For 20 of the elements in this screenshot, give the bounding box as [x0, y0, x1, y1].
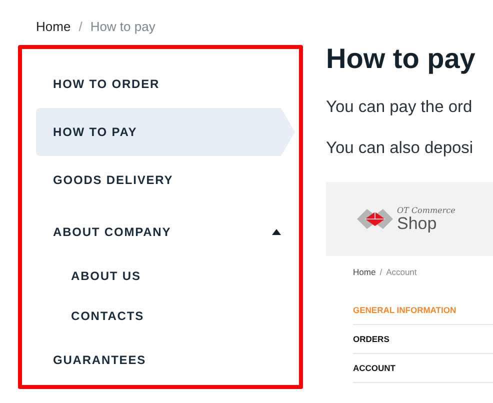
breadcrumb-separator: / [78, 19, 82, 35]
sidebar-item[interactable]: GUARANTEES [36, 336, 295, 384]
breadcrumb-link[interactable]: Home [36, 19, 71, 35]
breadcrumb-separator: / [380, 267, 382, 279]
sidebar-item[interactable]: GOODS DELIVERY [36, 156, 295, 204]
sidebar-item[interactable]: CONTACTS [36, 296, 295, 336]
sidebar-item[interactable]: HOW TO PAY [36, 108, 295, 156]
sidebar-item[interactable]: ABOUT US [36, 256, 295, 296]
breadcrumb-link[interactable]: Home [353, 267, 376, 286]
sidebar-item[interactable]: ABOUT COMPANY [36, 208, 295, 256]
breadcrumb-link[interactable]: Account [386, 267, 417, 286]
logo-title: Shop [397, 214, 438, 232]
sidebar-item[interactable]: HOW TO ORDER [36, 60, 295, 108]
caret-up-icon[interactable] [272, 229, 281, 235]
account-menu-item[interactable]: ACCOUNT [353, 354, 493, 383]
page-title: How to pay [326, 42, 476, 76]
paragraph: You can pay the ord [326, 97, 474, 118]
paragraph: You can also deposi [326, 138, 474, 159]
logo-subtitle: OT Commerce [397, 206, 456, 214]
account-menu-item[interactable]: ORDERS [353, 325, 493, 354]
